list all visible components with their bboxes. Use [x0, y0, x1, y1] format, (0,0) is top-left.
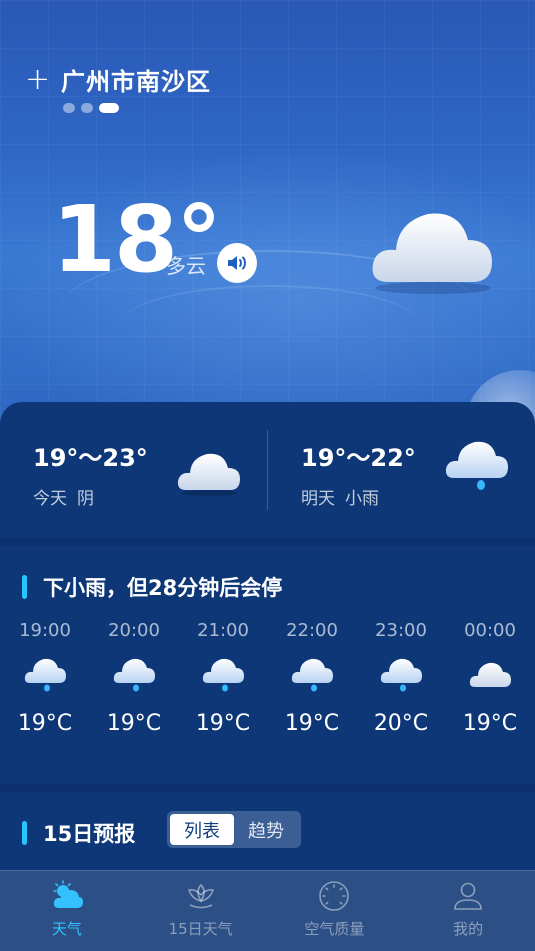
light-rain-icon: [113, 658, 155, 692]
speaker-icon: [228, 256, 246, 270]
user-icon: [454, 882, 482, 910]
accent-bar: [22, 575, 27, 599]
precip-alert-text: 下小雨，但28分钟后会停: [43, 576, 283, 600]
hour-temp: 20°C: [373, 711, 429, 736]
lotus-icon: [187, 883, 214, 909]
tomorrow-day: 明天: [301, 489, 335, 509]
cloudy-icon: [469, 662, 511, 687]
tab-label: 空气质量: [304, 920, 365, 938]
city-name[interactable]: 广州市南沙区: [61, 62, 211, 97]
forecast-title: 15日预报: [43, 822, 136, 846]
tab-air-quality[interactable]: 空气质量: [268, 871, 402, 951]
hour-time: 19:00: [19, 620, 71, 641]
today-label: 今天阴: [33, 484, 104, 509]
view-toggle: 列表 趋势: [167, 811, 301, 848]
tomorrow-summary[interactable]: 19°～22° 明天 小雨: [268, 402, 535, 538]
hour-temp: 19°C: [17, 711, 73, 736]
toggle-list-button[interactable]: 列表: [170, 814, 234, 845]
hour-temp: 19°C: [462, 711, 518, 736]
hourly-item: 19:00 19°C: [0, 620, 90, 736]
precip-alert: 下小雨，但28分钟后会停: [22, 572, 282, 602]
cloudy-icon: [372, 213, 492, 294]
page-dot-active: [99, 103, 119, 113]
today-temp-range: 19°～23°: [33, 444, 148, 472]
hour-temp: 19°C: [195, 711, 251, 736]
dial-icon: [319, 881, 350, 911]
light-rain-icon: [202, 658, 244, 692]
overcast-icon: [177, 453, 240, 496]
today-summary[interactable]: 19°～23° 今天阴: [0, 402, 267, 538]
tab-profile[interactable]: 我的: [401, 871, 535, 951]
hourly-item: 20:00 19°C: [89, 620, 179, 736]
page-dot: [81, 103, 93, 113]
hour-time: 00:00: [464, 620, 516, 641]
today-day: 今天: [33, 489, 67, 509]
light-rain-icon: [380, 658, 422, 692]
hourly-item: 21:00 19°C: [178, 620, 268, 736]
bottom-tab-bar: 天气 15日天气 空气质量 我的: [0, 870, 535, 951]
hourly-item: 23:00 20°C: [356, 620, 446, 736]
hour-time: 20:00: [108, 620, 160, 641]
light-rain-icon: [24, 658, 66, 692]
page-dot: [63, 103, 75, 113]
hour-time: 21:00: [197, 620, 249, 641]
speaker-button[interactable]: [217, 243, 257, 283]
hour-temp: 19°C: [106, 711, 162, 736]
toggle-trend-button[interactable]: 趋势: [234, 814, 298, 845]
tab-label: 我的: [453, 920, 484, 938]
today-condition: 阴: [77, 489, 94, 509]
tomorrow-temp-range: 19°～22°: [301, 444, 416, 472]
weather-icon: [53, 880, 83, 908]
light-rain-icon: [445, 441, 508, 490]
tab-15-day[interactable]: 15日天气: [134, 871, 268, 951]
hour-time: 22:00: [286, 620, 338, 641]
plus-icon[interactable]: +: [25, 64, 51, 95]
tomorrow-condition: 小雨: [345, 489, 379, 509]
light-rain-icon: [291, 658, 333, 692]
tab-label: 天气: [51, 920, 82, 938]
hour-time: 23:00: [375, 620, 427, 641]
hourly-item: 22:00 19°C: [267, 620, 357, 736]
hour-temp: 19°C: [284, 711, 340, 736]
page-indicator: [63, 103, 119, 113]
current-condition: 多云: [166, 254, 206, 278]
daily-summary-card: 19°～23° 今天阴 19°～22° 明天 小雨: [0, 402, 535, 538]
forecast-header: 15日预报: [22, 818, 135, 848]
tab-weather[interactable]: 天气: [0, 871, 134, 951]
accent-bar: [22, 821, 27, 845]
hourly-item: 00:00 19°C: [445, 620, 535, 736]
location-header: + 广州市南沙区: [25, 62, 211, 97]
tab-label: 15日天气: [168, 920, 233, 938]
tomorrow-label: 明天 小雨: [301, 484, 389, 509]
